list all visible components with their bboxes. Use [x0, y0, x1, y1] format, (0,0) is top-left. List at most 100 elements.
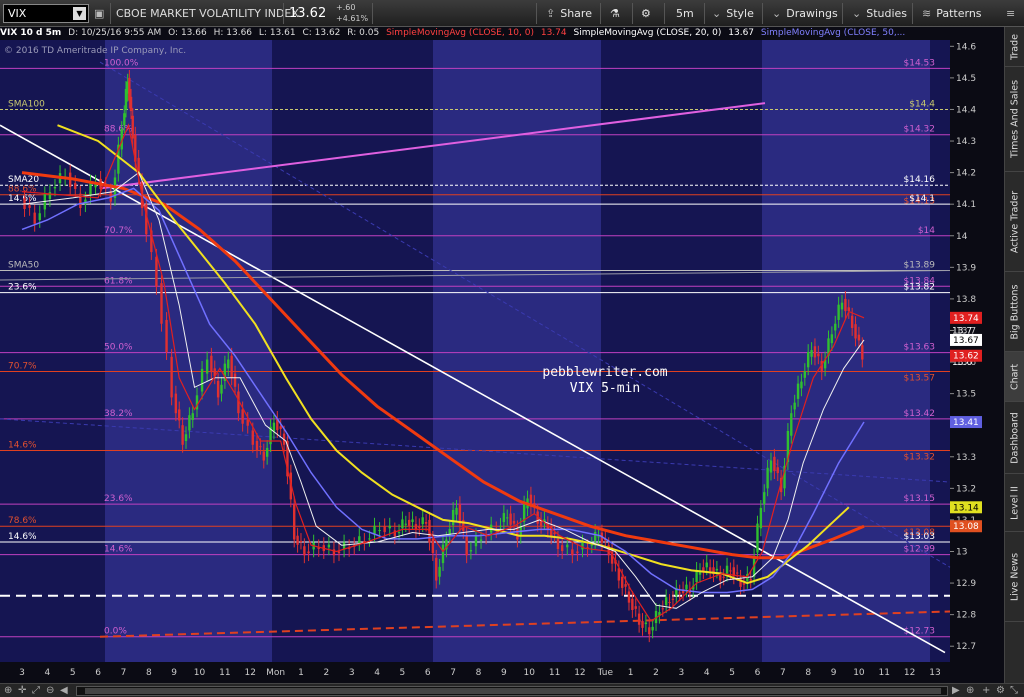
candle-body [590, 544, 593, 546]
candle-body [160, 283, 163, 324]
candle-body [378, 530, 381, 532]
candle-body [441, 544, 445, 564]
candle-body [293, 504, 296, 540]
candle-body [255, 440, 259, 451]
candle-body [451, 509, 455, 526]
fib-price-label: $14.32 [904, 125, 936, 135]
zoom-out-icon[interactable]: ⊖ [46, 685, 54, 697]
x-tick-label: 5 [400, 668, 406, 678]
candle-body [766, 467, 769, 489]
candle-body [844, 298, 847, 312]
zoom-in-icon[interactable]: ⊕ [966, 685, 974, 697]
session-band-night [272, 40, 433, 662]
candle-body [506, 517, 509, 519]
white-level-label: 14.6% [8, 532, 37, 542]
candle-body [191, 413, 194, 420]
candle-body [418, 526, 421, 528]
candle-body [742, 583, 746, 585]
tab-live-news[interactable]: Live News [1005, 532, 1024, 622]
candle-body [850, 315, 854, 328]
candle-body [246, 419, 249, 426]
tab-level-ii[interactable]: Level II [1005, 474, 1024, 532]
candle-body [210, 355, 213, 373]
tab-chart[interactable]: Chart [1005, 352, 1024, 402]
candle-body [671, 598, 675, 600]
fib-price-label: $13.42 [904, 409, 936, 419]
x-tick-label: 4 [704, 668, 710, 678]
candle-body [53, 186, 57, 189]
chart-scrollbar[interactable] [76, 686, 948, 696]
candle-body [837, 304, 840, 320]
candle-body [617, 568, 621, 581]
menu-icon[interactable]: ≡ [1006, 0, 1015, 27]
white-price-label: $13.03 [904, 532, 936, 542]
settings-icon[interactable]: ⚙ [996, 685, 1005, 697]
x-tick-label: 11 [549, 668, 560, 678]
y-tick-label: 14 [956, 232, 968, 242]
white-level-label: SMA50 [8, 260, 39, 270]
y-tick-label: 14.5 [956, 74, 976, 84]
candle-body [131, 115, 134, 139]
candle-body [813, 346, 817, 358]
tab-dashboard[interactable]: Dashboard [1005, 402, 1024, 474]
tab-label: Live News [1009, 552, 1021, 601]
y-tick-label: 13.3 [956, 453, 976, 463]
x-tick-label: 3 [19, 668, 25, 678]
tab-big-buttons[interactable]: Big Buttons [1005, 272, 1024, 352]
candle-body [327, 544, 331, 548]
fib-red-label: 78.6% [8, 516, 37, 526]
scroll-right-icon[interactable]: ▶ [952, 685, 960, 697]
side-tab-bar: Trade Times And Sales Active Trader Big But… [1004, 27, 1024, 683]
price-chart[interactable]: 12.712.812.91313.113.213.313.413.513.613… [0, 0, 1004, 683]
candle-body [165, 319, 168, 353]
candle-body [230, 355, 233, 378]
price-tag-label: 13.67 [953, 336, 979, 346]
candle-body [89, 182, 92, 196]
y-tick-label: 13.5 [956, 390, 976, 400]
plus-icon[interactable]: + [982, 685, 990, 697]
scroll-left-icon[interactable]: ◀ [60, 685, 68, 697]
x-tick-label: 6 [755, 668, 761, 678]
candle-body [759, 507, 763, 529]
tab-label: Level II [1009, 485, 1021, 520]
candle-body [576, 551, 579, 554]
candle-body [484, 535, 488, 537]
candle-body [553, 532, 556, 535]
crosshair-icon[interactable]: ✛ [18, 685, 26, 697]
tab-trade[interactable]: Trade [1005, 27, 1024, 67]
expand-icon[interactable]: ⤢ [32, 685, 40, 697]
candle-body [178, 409, 181, 421]
candle-body [857, 334, 861, 341]
x-tick-label: 1 [298, 668, 304, 678]
candle-body [170, 356, 173, 398]
price-tag-label: 13.14 [953, 503, 979, 513]
candle-body [220, 384, 223, 394]
fit-icon[interactable]: ⤡ [1010, 685, 1018, 697]
candle-body [431, 538, 435, 554]
x-tick-label: 3 [349, 668, 355, 678]
scrollbar-thumb[interactable] [85, 688, 941, 694]
tab-times-and-sales[interactable]: Times And Sales [1005, 67, 1024, 172]
session-band-day [433, 40, 601, 662]
x-tick-label: 9 [171, 668, 177, 678]
x-tick-label: 9 [501, 668, 507, 678]
candle-body [455, 507, 458, 515]
candle-body [296, 535, 299, 545]
candle-body [509, 513, 512, 525]
x-tick-label: 5 [70, 668, 76, 678]
candle-body [200, 368, 204, 392]
zoom-icon[interactable]: ⊕ [4, 685, 12, 697]
candle-body [668, 602, 671, 604]
y-tick-label: 13.9 [956, 263, 976, 273]
price-tag-label: 13.41 [953, 418, 979, 428]
candle-body [651, 626, 654, 631]
fib-price-label: $13.63 [904, 343, 936, 353]
candle-body [664, 597, 668, 606]
candle-body [597, 536, 600, 538]
y-tick-label: 13.2 [956, 484, 976, 494]
candle-body [465, 535, 468, 556]
candle-body [388, 525, 391, 529]
tab-active-trader[interactable]: Active Trader [1005, 172, 1024, 272]
annotation-title: VIX 5-min [570, 381, 640, 396]
tab-label: Dashboard [1009, 411, 1021, 464]
